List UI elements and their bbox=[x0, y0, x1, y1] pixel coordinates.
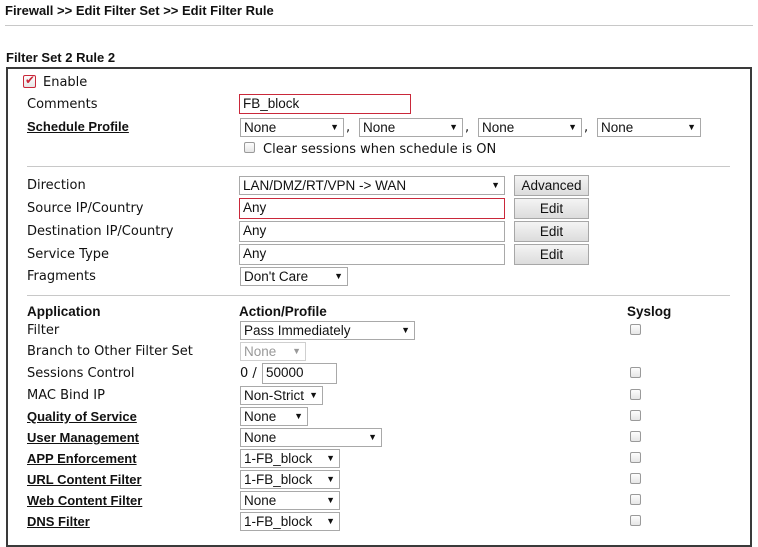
sessions-control-label: Sessions Control bbox=[27, 366, 135, 381]
separator-comma: , bbox=[584, 120, 589, 135]
app-enforcement-select[interactable]: 1-FB_block ▼ bbox=[240, 449, 340, 468]
destination-edit-button[interactable]: Edit bbox=[514, 221, 589, 242]
clear-sessions-checkbox[interactable] bbox=[244, 142, 255, 153]
dropdown-arrow-icon: ▼ bbox=[368, 432, 377, 442]
web-content-filter-select[interactable]: None ▼ bbox=[240, 491, 340, 510]
header-divider bbox=[5, 25, 753, 26]
dropdown-arrow-icon: ▼ bbox=[401, 325, 410, 335]
dropdown-arrow-icon: ▼ bbox=[326, 516, 335, 526]
app-syslog-checkbox[interactable] bbox=[630, 452, 641, 463]
syslog-header: Syslog bbox=[627, 304, 672, 319]
dropdown-arrow-icon: ▼ bbox=[687, 122, 696, 132]
branch-label: Branch to Other Filter Set bbox=[27, 344, 193, 359]
dropdown-arrow-icon: ▼ bbox=[491, 180, 500, 190]
filter-syslog-checkbox[interactable] bbox=[630, 324, 641, 335]
dns-filter-link[interactable]: DNS Filter bbox=[27, 514, 90, 529]
url-syslog-checkbox[interactable] bbox=[630, 473, 641, 484]
mac-syslog-checkbox[interactable] bbox=[630, 389, 641, 400]
dns-syslog-checkbox[interactable] bbox=[630, 515, 641, 526]
destination-input[interactable]: Any bbox=[239, 221, 505, 242]
comments-label: Comments bbox=[27, 97, 98, 112]
fragments-select[interactable]: Don't Care ▼ bbox=[240, 267, 348, 286]
comments-input[interactable]: FB_block bbox=[239, 94, 411, 114]
sessions-max-input[interactable]: 50000 bbox=[262, 363, 337, 384]
check-icon: ✔ bbox=[25, 73, 36, 87]
url-content-filter-select[interactable]: 1-FB_block ▼ bbox=[240, 470, 340, 489]
url-content-filter-link[interactable]: URL Content Filter bbox=[27, 472, 142, 487]
destination-label: Destination IP/Country bbox=[27, 224, 174, 239]
filter-select[interactable]: Pass Immediately ▼ bbox=[240, 321, 415, 340]
service-type-input[interactable]: Any bbox=[239, 244, 505, 265]
application-header: Application bbox=[27, 304, 101, 319]
direction-select[interactable]: LAN/DMZ/RT/VPN -> WAN ▼ bbox=[239, 176, 505, 195]
mac-bind-label: MAC Bind IP bbox=[27, 388, 105, 403]
direction-label: Direction bbox=[27, 178, 86, 193]
source-input[interactable]: Any bbox=[239, 198, 505, 219]
filter-label: Filter bbox=[27, 323, 60, 338]
separator-comma: , bbox=[346, 120, 351, 135]
section-divider bbox=[27, 295, 730, 296]
user-management-select[interactable]: None ▼ bbox=[240, 428, 382, 447]
sessions-syslog-checkbox[interactable] bbox=[630, 367, 641, 378]
mac-bind-select[interactable]: Non-Strict ▼ bbox=[240, 386, 323, 405]
action-profile-header: Action/Profile bbox=[239, 304, 327, 319]
qos-link[interactable]: Quality of Service bbox=[27, 409, 137, 424]
sessions-current: 0 / bbox=[240, 366, 257, 381]
dropdown-arrow-icon: ▼ bbox=[334, 271, 343, 281]
qos-select[interactable]: None ▼ bbox=[240, 407, 308, 426]
dns-filter-select[interactable]: 1-FB_block ▼ bbox=[240, 512, 340, 531]
dropdown-arrow-icon: ▼ bbox=[568, 122, 577, 132]
dropdown-arrow-icon: ▼ bbox=[326, 453, 335, 463]
dropdown-arrow-icon: ▼ bbox=[309, 390, 318, 400]
service-type-label: Service Type bbox=[27, 247, 110, 262]
dropdown-arrow-icon: ▼ bbox=[294, 411, 303, 421]
web-syslog-checkbox[interactable] bbox=[630, 494, 641, 505]
schedule-profile-link[interactable]: Schedule Profile bbox=[27, 119, 129, 134]
enable-label: Enable bbox=[43, 75, 88, 90]
dropdown-arrow-icon: ▼ bbox=[330, 122, 339, 132]
clear-sessions-label: Clear sessions when schedule is ON bbox=[263, 142, 497, 157]
branch-select[interactable]: None ▼ bbox=[240, 342, 306, 361]
dropdown-arrow-icon: ▼ bbox=[326, 495, 335, 505]
qos-syslog-checkbox[interactable] bbox=[630, 410, 641, 421]
source-label: Source IP/Country bbox=[27, 201, 144, 216]
separator-comma: , bbox=[465, 120, 470, 135]
web-content-filter-link[interactable]: Web Content Filter bbox=[27, 493, 142, 508]
schedule-profile-2-select[interactable]: None ▼ bbox=[359, 118, 463, 137]
advanced-button[interactable]: Advanced bbox=[514, 175, 589, 196]
dropdown-arrow-icon: ▼ bbox=[292, 346, 301, 356]
user-management-link[interactable]: User Management bbox=[27, 430, 139, 445]
dropdown-arrow-icon: ▼ bbox=[326, 474, 335, 484]
source-edit-button[interactable]: Edit bbox=[514, 198, 589, 219]
user-syslog-checkbox[interactable] bbox=[630, 431, 641, 442]
enable-checkbox[interactable]: ✔ bbox=[23, 73, 36, 88]
schedule-profile-4-select[interactable]: None ▼ bbox=[597, 118, 701, 137]
fragments-label: Fragments bbox=[27, 269, 96, 284]
breadcrumb: Firewall >> Edit Filter Set >> Edit Filt… bbox=[5, 3, 274, 18]
section-divider bbox=[27, 166, 730, 167]
service-type-edit-button[interactable]: Edit bbox=[514, 244, 589, 265]
schedule-profile-3-select[interactable]: None ▼ bbox=[478, 118, 582, 137]
schedule-profile-1-select[interactable]: None ▼ bbox=[240, 118, 344, 137]
page-title: Filter Set 2 Rule 2 bbox=[6, 50, 116, 65]
dropdown-arrow-icon: ▼ bbox=[449, 122, 458, 132]
app-enforcement-link[interactable]: APP Enforcement bbox=[27, 451, 137, 466]
